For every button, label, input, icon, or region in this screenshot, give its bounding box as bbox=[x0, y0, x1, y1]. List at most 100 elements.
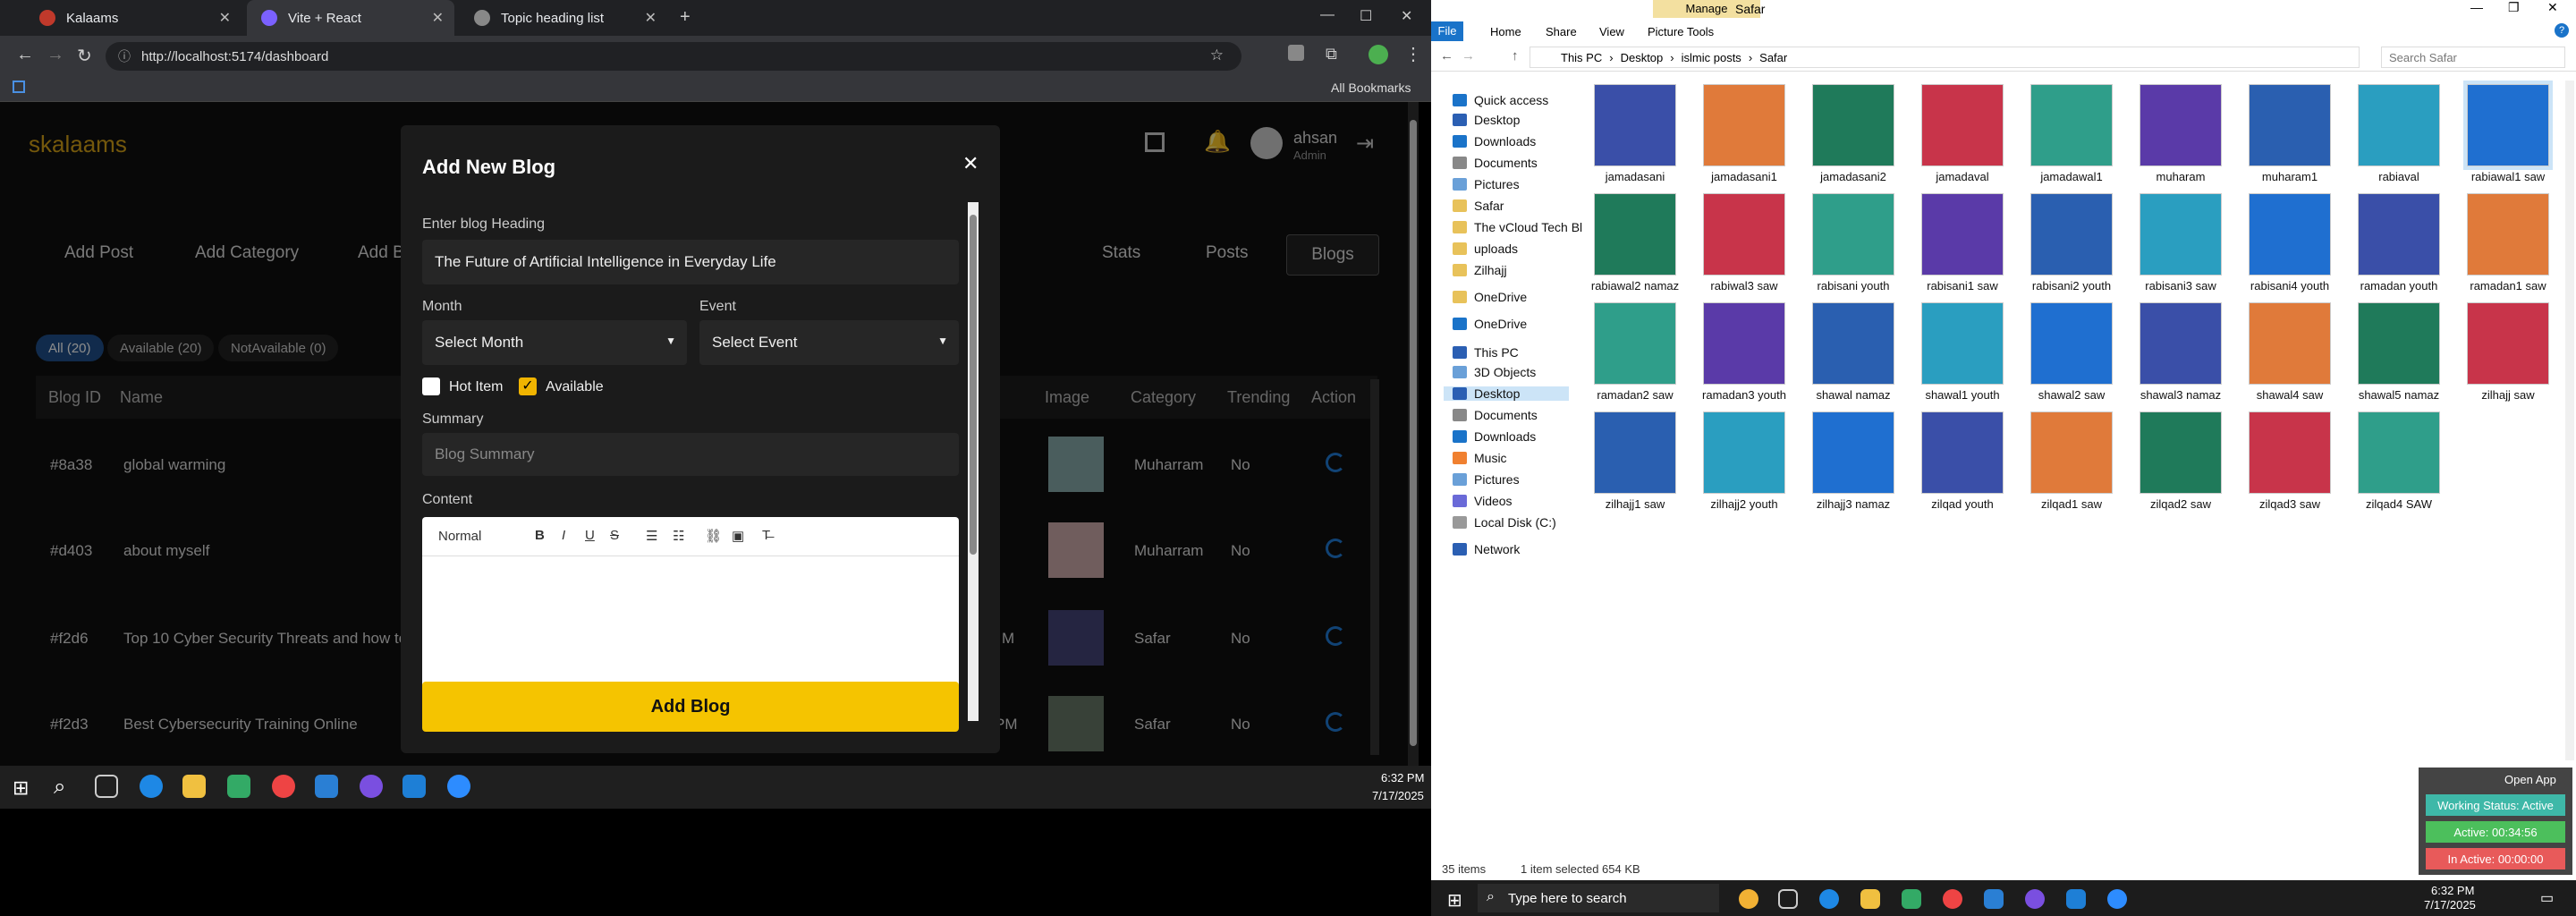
file-thumbnail[interactable] bbox=[2140, 302, 2222, 385]
underline-icon[interactable]: U bbox=[585, 528, 595, 543]
month-select[interactable]: Select Month ▼ bbox=[422, 320, 687, 365]
file-name[interactable]: zilhajj saw bbox=[2454, 388, 2562, 402]
file-thumbnail[interactable] bbox=[1812, 411, 1894, 494]
file-thumbnail[interactable] bbox=[2140, 411, 2222, 494]
nav-item[interactable]: Downloads bbox=[1453, 134, 1536, 148]
file-name[interactable]: rabisani youth bbox=[1800, 279, 1907, 293]
vscode-icon[interactable] bbox=[402, 775, 426, 798]
file-thumbnail[interactable] bbox=[2249, 84, 2331, 166]
crumb-safar[interactable]: Safar bbox=[1759, 51, 1787, 64]
new-tab-icon[interactable]: + bbox=[680, 7, 691, 28]
back-icon[interactable]: ← bbox=[1440, 48, 1453, 64]
nav-item[interactable]: Quick access bbox=[1453, 93, 1548, 107]
emoji-icon[interactable] bbox=[1739, 889, 1758, 909]
windows-start-icon[interactable]: ⊞ bbox=[1447, 889, 1462, 912]
file-name[interactable]: zilqad3 saw bbox=[2236, 497, 2343, 511]
forward-icon[interactable]: → bbox=[1462, 48, 1475, 64]
profile-avatar[interactable] bbox=[1368, 45, 1388, 64]
vscode-icon[interactable] bbox=[2066, 889, 2086, 909]
file-thumbnail[interactable] bbox=[1594, 193, 1676, 276]
share-tab[interactable]: Share bbox=[1546, 25, 1577, 38]
edge-icon[interactable] bbox=[1819, 889, 1839, 909]
bookmark-star-icon[interactable]: ☆ bbox=[1210, 47, 1224, 64]
nav-item[interactable]: Downloads bbox=[1453, 429, 1536, 444]
file-thumbnail[interactable] bbox=[2358, 193, 2440, 276]
nav-item[interactable]: Music bbox=[1453, 451, 1507, 465]
crumb-desktop[interactable]: Desktop bbox=[1621, 51, 1664, 64]
file-name[interactable]: shawal5 namaz bbox=[2345, 388, 2453, 402]
file-name[interactable]: rabiwal3 saw bbox=[1690, 279, 1798, 293]
reload-icon[interactable]: ↻ bbox=[77, 45, 92, 67]
available-checkbox[interactable]: ✓ bbox=[519, 377, 537, 395]
extension-icon[interactable] bbox=[1288, 45, 1304, 61]
apps-grid-icon[interactable] bbox=[13, 81, 25, 93]
file-thumbnail[interactable] bbox=[2463, 81, 2553, 170]
file-name[interactable]: muharam bbox=[2127, 170, 2234, 183]
address-bar[interactable]: ⓘ http://localhost:5174/dashboard ☆ bbox=[106, 42, 1241, 71]
close-window-icon[interactable]: ✕ bbox=[2547, 0, 2558, 15]
file-thumbnail[interactable] bbox=[1812, 193, 1894, 276]
nav-item[interactable]: Documents bbox=[1453, 156, 1538, 170]
italic-icon[interactable]: I bbox=[562, 528, 565, 543]
file-name[interactable]: muharam1 bbox=[2236, 170, 2343, 183]
nav-item[interactable]: 3D Objects bbox=[1453, 365, 1536, 379]
file-thumbnail[interactable] bbox=[1594, 411, 1676, 494]
github-icon[interactable] bbox=[2025, 889, 2045, 909]
up-icon[interactable]: ↑ bbox=[1512, 48, 1519, 64]
task-view-icon[interactable] bbox=[1778, 889, 1798, 909]
file-name[interactable]: zilqad4 SAW bbox=[2345, 497, 2453, 511]
close-icon[interactable]: ✕ bbox=[219, 9, 231, 27]
site-info-icon[interactable]: ⓘ bbox=[118, 47, 131, 65]
file-thumbnail[interactable] bbox=[1703, 411, 1785, 494]
crumb-islmic-posts[interactable]: islmic posts bbox=[1682, 51, 1741, 64]
file-name[interactable]: rabiawal1 saw bbox=[2454, 170, 2562, 183]
nav-item[interactable]: Zilhajj bbox=[1453, 263, 1507, 277]
file-name[interactable]: shawal2 saw bbox=[2018, 388, 2125, 402]
file-name[interactable]: zilhajj1 saw bbox=[1581, 497, 1689, 511]
file-thumbnail[interactable] bbox=[1703, 302, 1785, 385]
file-name[interactable]: rabisani3 saw bbox=[2127, 279, 2234, 293]
zoom-icon[interactable] bbox=[2107, 889, 2127, 909]
github-icon[interactable] bbox=[360, 775, 383, 798]
nav-item[interactable]: Local Disk (C:) bbox=[1453, 515, 1556, 530]
nav-item[interactable]: Network bbox=[1453, 542, 1520, 556]
nav-item[interactable]: Desktop bbox=[1453, 113, 1520, 127]
close-icon[interactable]: ✕ bbox=[645, 9, 657, 27]
file-thumbnail[interactable] bbox=[1594, 302, 1676, 385]
page-scrollbar[interactable] bbox=[1408, 102, 1419, 766]
close-icon[interactable]: ✕ bbox=[432, 9, 444, 27]
strike-icon[interactable]: S bbox=[610, 528, 619, 543]
file-thumbnail[interactable] bbox=[1812, 84, 1894, 166]
clear-format-icon[interactable]: T̶ bbox=[762, 528, 770, 543]
file-thumbnail[interactable] bbox=[1812, 302, 1894, 385]
edge-icon[interactable] bbox=[140, 775, 163, 798]
file-thumbnail[interactable] bbox=[2030, 302, 2113, 385]
file-thumbnail[interactable] bbox=[1703, 84, 1785, 166]
file-name[interactable]: jamadawal1 bbox=[2018, 170, 2125, 183]
file-thumbnail[interactable] bbox=[2249, 411, 2331, 494]
picture-tools-tab[interactable]: Picture Tools bbox=[1648, 25, 1714, 38]
file-name[interactable]: zilhajj3 namaz bbox=[1800, 497, 1907, 511]
tab-vite-react[interactable]: Vite + React ✕ bbox=[247, 0, 454, 36]
file-thumbnail[interactable] bbox=[1921, 302, 2004, 385]
nav-item[interactable]: Pictures bbox=[1453, 472, 1520, 487]
explorer-scrollbar[interactable] bbox=[2565, 81, 2574, 760]
taskbar-search[interactable]: ⌕ Type here to search bbox=[1478, 884, 1719, 912]
file-thumbnail[interactable] bbox=[1921, 193, 2004, 276]
chrome-icon[interactable] bbox=[1943, 889, 1962, 909]
nav-item[interactable]: The vCloud Tech Bl bbox=[1453, 220, 1582, 234]
file-name[interactable]: shawal namaz bbox=[1800, 388, 1907, 402]
file-thumbnail[interactable] bbox=[2249, 302, 2331, 385]
nav-item[interactable]: uploads bbox=[1453, 242, 1518, 256]
file-name[interactable]: ramadan2 saw bbox=[1581, 388, 1689, 402]
view-tab[interactable]: View bbox=[1599, 25, 1624, 38]
nav-item[interactable]: OneDrive bbox=[1453, 290, 1527, 304]
zoom-icon[interactable] bbox=[447, 775, 470, 798]
file-thumbnail[interactable] bbox=[2358, 302, 2440, 385]
file-thumbnail[interactable] bbox=[1921, 411, 2004, 494]
file-thumbnail[interactable] bbox=[1594, 84, 1676, 166]
back-icon[interactable]: ← bbox=[16, 45, 34, 65]
all-bookmarks[interactable]: All Bookmarks bbox=[1331, 81, 1411, 95]
file-thumbnail[interactable] bbox=[2467, 193, 2549, 276]
event-select[interactable]: Select Event ▼ bbox=[699, 320, 959, 365]
